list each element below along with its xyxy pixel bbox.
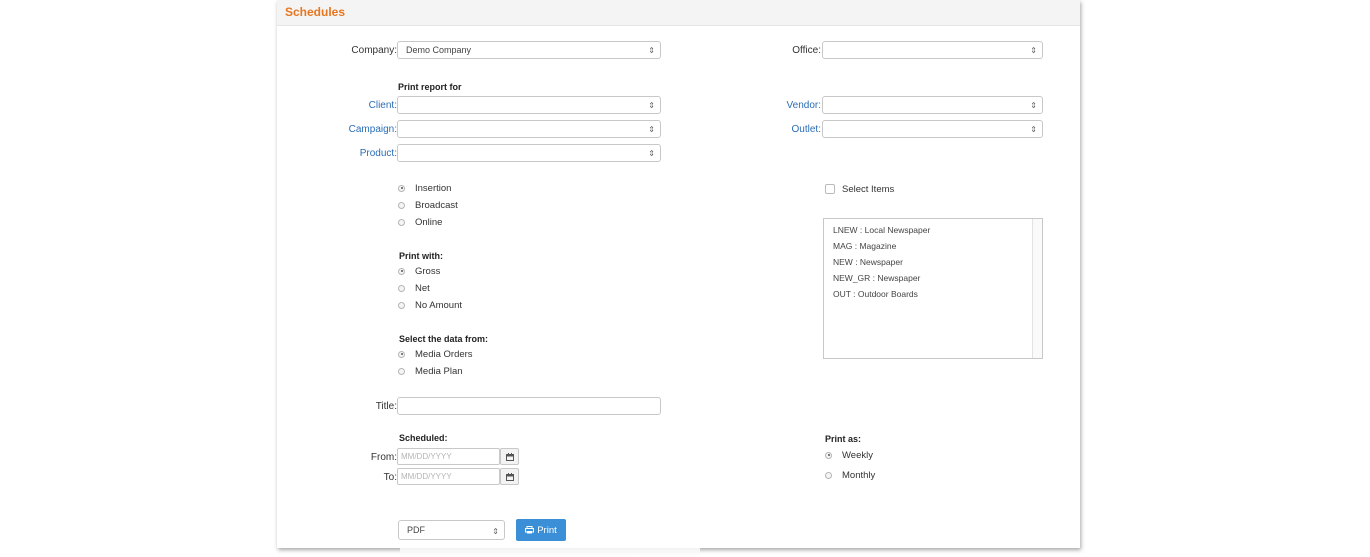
vendor-select[interactable]: ⇕ <box>822 96 1043 114</box>
print-report-for-heading: Print report for <box>398 82 462 92</box>
print-button-label: Print <box>537 524 557 536</box>
radio-media-plan-control[interactable] <box>398 367 405 375</box>
radio-media-orders[interactable]: Media Orders <box>398 347 473 361</box>
list-item[interactable]: OUT : Outdoor Boards <box>833 289 918 299</box>
media-type-listbox[interactable]: LNEW : Local Newspaper MAG : Magazine NE… <box>823 218 1043 359</box>
radio-monthly[interactable]: Monthly <box>825 468 875 482</box>
list-item[interactable]: LNEW : Local Newspaper <box>833 225 930 235</box>
listbox-scrollbar[interactable] <box>1032 219 1042 358</box>
office-label: Office: <box>792 45 821 56</box>
radio-gross[interactable]: Gross <box>398 264 440 278</box>
radio-media-plan-label: Media Plan <box>415 365 463 377</box>
client-link[interactable]: Client: <box>369 100 397 111</box>
select-arrows-icon: ⇕ <box>492 527 499 536</box>
radio-weekly-control[interactable] <box>825 451 832 459</box>
campaign-select[interactable]: ⇕ <box>397 120 661 138</box>
select-arrows-icon: ⇕ <box>648 101 655 110</box>
list-item[interactable]: MAG : Magazine <box>833 241 896 251</box>
radio-monthly-label: Monthly <box>842 469 876 481</box>
select-arrows-icon: ⇕ <box>1030 125 1037 134</box>
select-arrows-icon: ⇕ <box>648 149 655 158</box>
radio-media-orders-control[interactable] <box>398 350 405 358</box>
output-format-select[interactable]: PDF ⇕ <box>398 520 505 540</box>
office-select[interactable]: ⇕ <box>822 41 1043 59</box>
list-item[interactable]: NEW_GR : Newspaper <box>833 273 920 283</box>
page-title: Schedules <box>285 5 346 19</box>
schedules-panel: Schedules Company: Demo Company ⇕ Office… <box>277 0 1080 548</box>
scheduled-heading: Scheduled: <box>399 433 448 443</box>
radio-online[interactable]: Online <box>398 215 442 229</box>
radio-online-control[interactable] <box>398 218 405 226</box>
list-item[interactable]: NEW : Newspaper <box>833 257 903 267</box>
radio-no-amount-control[interactable] <box>398 301 405 309</box>
from-label: From: <box>370 452 397 463</box>
select-arrows-icon: ⇕ <box>1030 101 1037 110</box>
radio-online-label: Online <box>415 216 443 228</box>
print-with-heading: Print with: <box>399 251 443 261</box>
radio-gross-label: Gross <box>415 265 441 277</box>
outlet-link[interactable]: Outlet: <box>792 124 821 135</box>
radio-gross-control[interactable] <box>398 267 405 275</box>
client-select[interactable]: ⇕ <box>397 96 661 114</box>
select-arrows-icon: ⇕ <box>1030 46 1037 55</box>
radio-insertion-label: Insertion <box>415 182 452 194</box>
to-label: To: <box>383 472 397 483</box>
radio-media-plan[interactable]: Media Plan <box>398 364 463 378</box>
radio-weekly[interactable]: Weekly <box>825 448 873 462</box>
select-arrows-icon: ⇕ <box>648 46 655 55</box>
campaign-link[interactable]: Campaign: <box>349 124 397 135</box>
radio-net-control[interactable] <box>398 284 405 292</box>
company-label: Company: <box>351 45 397 56</box>
radio-broadcast-control[interactable] <box>398 201 405 209</box>
radio-weekly-label: Weekly <box>842 449 873 461</box>
panel-bottom-shadow <box>400 548 700 557</box>
vendor-link[interactable]: Vendor: <box>787 100 821 111</box>
radio-no-amount[interactable]: No Amount <box>398 298 462 312</box>
radio-insertion-control[interactable] <box>398 184 405 192</box>
print-button[interactable]: Print <box>516 519 566 541</box>
title-label: Title: <box>375 401 397 412</box>
radio-net-label: Net <box>415 282 430 294</box>
company-select[interactable]: Demo Company ⇕ <box>397 41 661 59</box>
product-select[interactable]: ⇕ <box>397 144 661 162</box>
radio-broadcast-label: Broadcast <box>415 199 458 211</box>
select-items-checkbox[interactable] <box>825 184 835 194</box>
radio-monthly-control[interactable] <box>825 471 832 479</box>
output-format-value: PDF <box>407 525 425 535</box>
select-items-label: Select Items <box>842 184 895 195</box>
company-value: Demo Company <box>406 45 472 55</box>
outlet-select[interactable]: ⇕ <box>822 120 1043 138</box>
data-source-heading: Select the data from: <box>399 334 489 344</box>
calendar-icon <box>506 473 514 481</box>
printer-icon <box>525 526 535 534</box>
product-link[interactable]: Product: <box>360 148 397 159</box>
radio-insertion[interactable]: Insertion <box>398 181 451 195</box>
calendar-icon <box>506 453 514 461</box>
panel-header: Schedules <box>277 0 1080 26</box>
from-date-input[interactable] <box>397 448 500 465</box>
to-calendar-button[interactable] <box>500 468 519 485</box>
radio-no-amount-label: No Amount <box>415 299 462 311</box>
radio-net[interactable]: Net <box>398 281 430 295</box>
from-calendar-button[interactable] <box>500 448 519 465</box>
print-as-heading: Print as: <box>825 434 862 444</box>
radio-media-orders-label: Media Orders <box>415 348 473 360</box>
select-arrows-icon: ⇕ <box>648 125 655 134</box>
to-date-input[interactable] <box>397 468 500 485</box>
radio-broadcast[interactable]: Broadcast <box>398 198 458 212</box>
title-input[interactable] <box>397 397 661 415</box>
